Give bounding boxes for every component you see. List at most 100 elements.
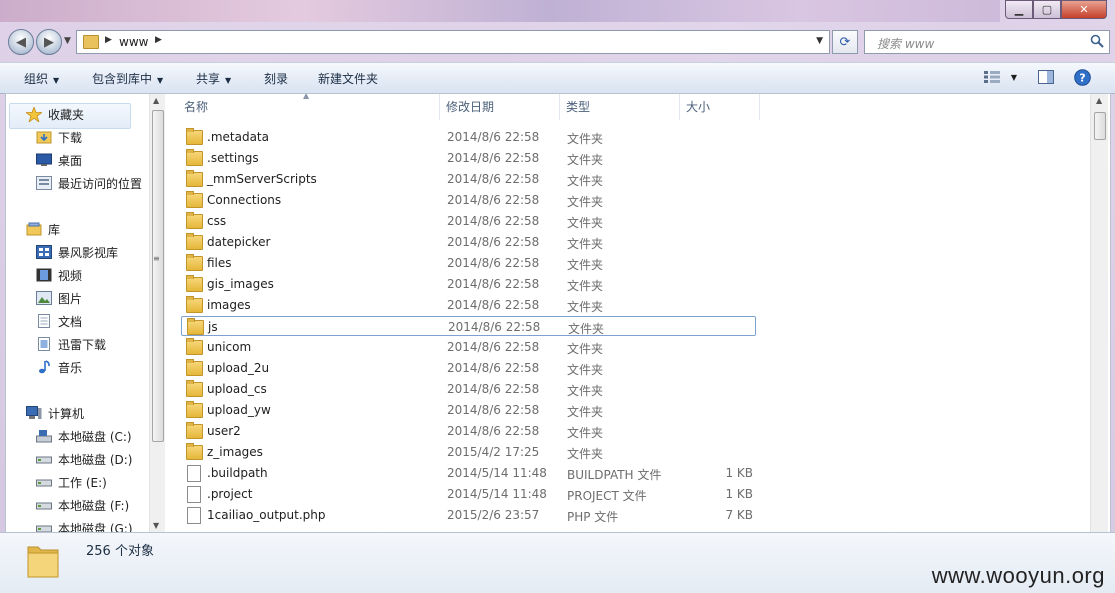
file-date: 2014/8/6 22:58 bbox=[447, 277, 540, 291]
column-divider[interactable] bbox=[759, 94, 760, 120]
scrollbar-thumb[interactable] bbox=[1094, 112, 1106, 140]
column-divider[interactable] bbox=[679, 94, 680, 120]
sidebar-item-downloads[interactable]: 下载 bbox=[36, 127, 82, 147]
sidebar-item-thunder-downloads[interactable]: 迅雷下载 bbox=[36, 334, 106, 354]
file-row[interactable]: datepicker 2014/8/6 22:58 文件夹 bbox=[181, 232, 756, 252]
file-row[interactable]: unicom 2014/8/6 22:58 文件夹 bbox=[181, 337, 756, 357]
file-row[interactable]: js 2014/8/6 22:58 文件夹 bbox=[181, 316, 756, 336]
file-row[interactable]: 1cailiao_output.php 2015/2/6 23:57 PHP 文件 7… bbox=[181, 505, 756, 525]
new-folder-button[interactable]: 新建文件夹 bbox=[318, 70, 378, 87]
breadcrumb-www[interactable]: www bbox=[119, 35, 148, 49]
file-date: 2014/8/6 22:58 bbox=[447, 340, 540, 354]
file-date: 2014/5/14 11:48 bbox=[447, 466, 547, 480]
view-options-icon[interactable] bbox=[982, 68, 1002, 86]
sidebar-item-music[interactable]: 音乐 bbox=[36, 357, 82, 377]
share-menu[interactable]: 共享 ▼ bbox=[196, 70, 231, 87]
column-divider[interactable] bbox=[439, 94, 440, 120]
music-note-icon bbox=[36, 360, 52, 374]
search-input[interactable]: 搜索 www bbox=[864, 30, 1110, 54]
sidebar-item-drive-c[interactable]: 本地磁盘 (C:) bbox=[36, 426, 132, 446]
help-icon[interactable]: ? bbox=[1072, 68, 1092, 86]
sidebar-item-favorites[interactable]: 收藏夹 bbox=[24, 104, 84, 124]
sidebar-item-desktop[interactable]: 桌面 bbox=[36, 150, 82, 170]
close-button[interactable]: ✕ bbox=[1061, 0, 1107, 19]
minimize-button[interactable]: ▁ bbox=[1005, 0, 1033, 19]
file-row[interactable]: images 2014/8/6 22:58 文件夹 bbox=[181, 295, 756, 315]
file-row[interactable]: _mmServerScripts 2014/8/6 22:58 文件夹 bbox=[181, 169, 756, 189]
scroll-up-icon[interactable]: ▲ bbox=[153, 96, 159, 105]
sidebar-item-drive-e[interactable]: 工作 (E:) bbox=[36, 472, 107, 492]
hard-drive-icon bbox=[36, 475, 52, 489]
file-list: 名称 ▲ 修改日期 类型 大小 .metadata 2014/8/6 22:58 文… bbox=[168, 94, 1088, 532]
preview-pane-icon[interactable] bbox=[1036, 68, 1056, 86]
sidebar-item-libraries[interactable]: 库 bbox=[26, 219, 60, 239]
file-name: z_images bbox=[207, 445, 263, 459]
scroll-up-icon[interactable]: ▲ bbox=[1096, 96, 1102, 105]
chevron-down-icon: ▼ bbox=[225, 76, 232, 85]
sidebar-item-recent-places[interactable]: 最近访问的位置 bbox=[36, 173, 142, 193]
downloads-folder-icon bbox=[36, 130, 52, 144]
sidebar-item-documents[interactable]: 文档 bbox=[36, 311, 82, 331]
recent-pages-dropdown[interactable]: ▼ bbox=[64, 36, 71, 46]
search-icon[interactable] bbox=[1090, 34, 1104, 48]
sidebar-item-computer[interactable]: 计算机 bbox=[26, 403, 84, 423]
file-row[interactable]: Connections 2014/8/6 22:58 文件夹 bbox=[181, 190, 756, 210]
navigation-pane-scrollbar[interactable]: ▲ ≡ ▼ bbox=[149, 94, 165, 532]
sidebar-item-label: 计算机 bbox=[48, 406, 85, 421]
file-row[interactable]: css 2014/8/6 22:58 文件夹 bbox=[181, 211, 756, 231]
file-name: datepicker bbox=[207, 235, 271, 249]
column-header-size[interactable]: 大小 bbox=[686, 94, 710, 118]
file-type: 文件夹 bbox=[567, 258, 604, 272]
file-date: 2014/5/14 11:48 bbox=[447, 487, 547, 501]
breadcrumb-arrow-icon[interactable]: ▶ bbox=[155, 35, 162, 45]
sidebar-item-drive-g[interactable]: 本地磁盘 (G:) bbox=[36, 518, 133, 532]
column-header-type[interactable]: 类型 bbox=[566, 94, 590, 118]
file-row[interactable]: upload_yw 2014/8/6 22:58 文件夹 bbox=[181, 400, 756, 420]
maximize-button[interactable]: ▢ bbox=[1033, 0, 1061, 19]
address-dropdown-icon[interactable]: ▼ bbox=[816, 36, 823, 46]
sidebar-item-label: 暴风影视库 bbox=[58, 245, 119, 260]
file-row[interactable]: upload_cs 2014/8/6 22:58 文件夹 bbox=[181, 379, 756, 399]
organize-menu[interactable]: 组织 ▼ bbox=[24, 70, 59, 87]
file-row[interactable]: user2 2014/8/6 22:58 文件夹 bbox=[181, 421, 756, 441]
sidebar-item-pictures[interactable]: 图片 bbox=[36, 288, 82, 308]
file-size: 1 KB bbox=[725, 487, 753, 501]
file-type: 文件夹 bbox=[567, 426, 604, 440]
view-dropdown-icon[interactable]: ▼ bbox=[1004, 68, 1024, 86]
file-row[interactable]: .buildpath 2014/5/14 11:48 BUILDPATH 文件 1 K… bbox=[181, 463, 756, 483]
column-divider[interactable] bbox=[559, 94, 560, 120]
back-button[interactable]: ◀ bbox=[8, 29, 34, 55]
scroll-down-icon[interactable]: ▼ bbox=[153, 521, 159, 530]
sidebar-item-label: 音乐 bbox=[58, 360, 83, 375]
sidebar-item-videos[interactable]: 视频 bbox=[36, 265, 82, 285]
column-header-name[interactable]: 名称 bbox=[184, 94, 208, 118]
forward-button[interactable]: ▶ bbox=[36, 29, 62, 55]
scrollbar-thumb[interactable] bbox=[152, 110, 164, 442]
sidebar-item-drive-f[interactable]: 本地磁盘 (F:) bbox=[36, 495, 129, 515]
file-row[interactable]: .settings 2014/8/6 22:58 文件夹 bbox=[181, 148, 756, 168]
column-header-date[interactable]: 修改日期 bbox=[446, 94, 494, 118]
document-icon bbox=[36, 337, 52, 351]
refresh-button[interactable]: ⟳ bbox=[832, 30, 858, 54]
file-row[interactable]: files 2014/8/6 22:58 文件夹 bbox=[181, 253, 756, 273]
sidebar-item-baofeng-library[interactable]: 暴风影视库 bbox=[36, 242, 118, 262]
file-row[interactable]: z_images 2015/4/2 17:25 文件夹 bbox=[181, 442, 756, 462]
file-date: 2014/8/6 22:58 bbox=[447, 151, 540, 165]
file-row[interactable]: gis_images 2014/8/6 22:58 文件夹 bbox=[181, 274, 756, 294]
sidebar-item-drive-d[interactable]: 本地磁盘 (D:) bbox=[36, 449, 132, 469]
background-strip bbox=[0, 0, 1000, 22]
file-list-scrollbar[interactable]: ▲ bbox=[1090, 94, 1108, 532]
file-name: images bbox=[207, 298, 251, 312]
file-name: unicom bbox=[207, 340, 252, 354]
address-bar[interactable]: ▶ www ▶ ▼ bbox=[76, 30, 830, 54]
file-row[interactable]: .metadata 2014/8/6 22:58 文件夹 bbox=[181, 127, 756, 147]
file-row[interactable]: upload_2u 2014/8/6 22:58 文件夹 bbox=[181, 358, 756, 378]
folder-icon bbox=[186, 401, 203, 418]
burn-button[interactable]: 刻录 bbox=[264, 70, 288, 87]
include-in-library-menu[interactable]: 包含到库中 ▼ bbox=[92, 70, 163, 87]
sidebar-item-label: 库 bbox=[48, 222, 61, 237]
file-type: PROJECT 文件 bbox=[567, 489, 647, 503]
folder-icon bbox=[186, 380, 203, 397]
breadcrumb-arrow-icon[interactable]: ▶ bbox=[105, 35, 112, 45]
file-row[interactable]: .project 2014/5/14 11:48 PROJECT 文件 1 KB bbox=[181, 484, 756, 504]
